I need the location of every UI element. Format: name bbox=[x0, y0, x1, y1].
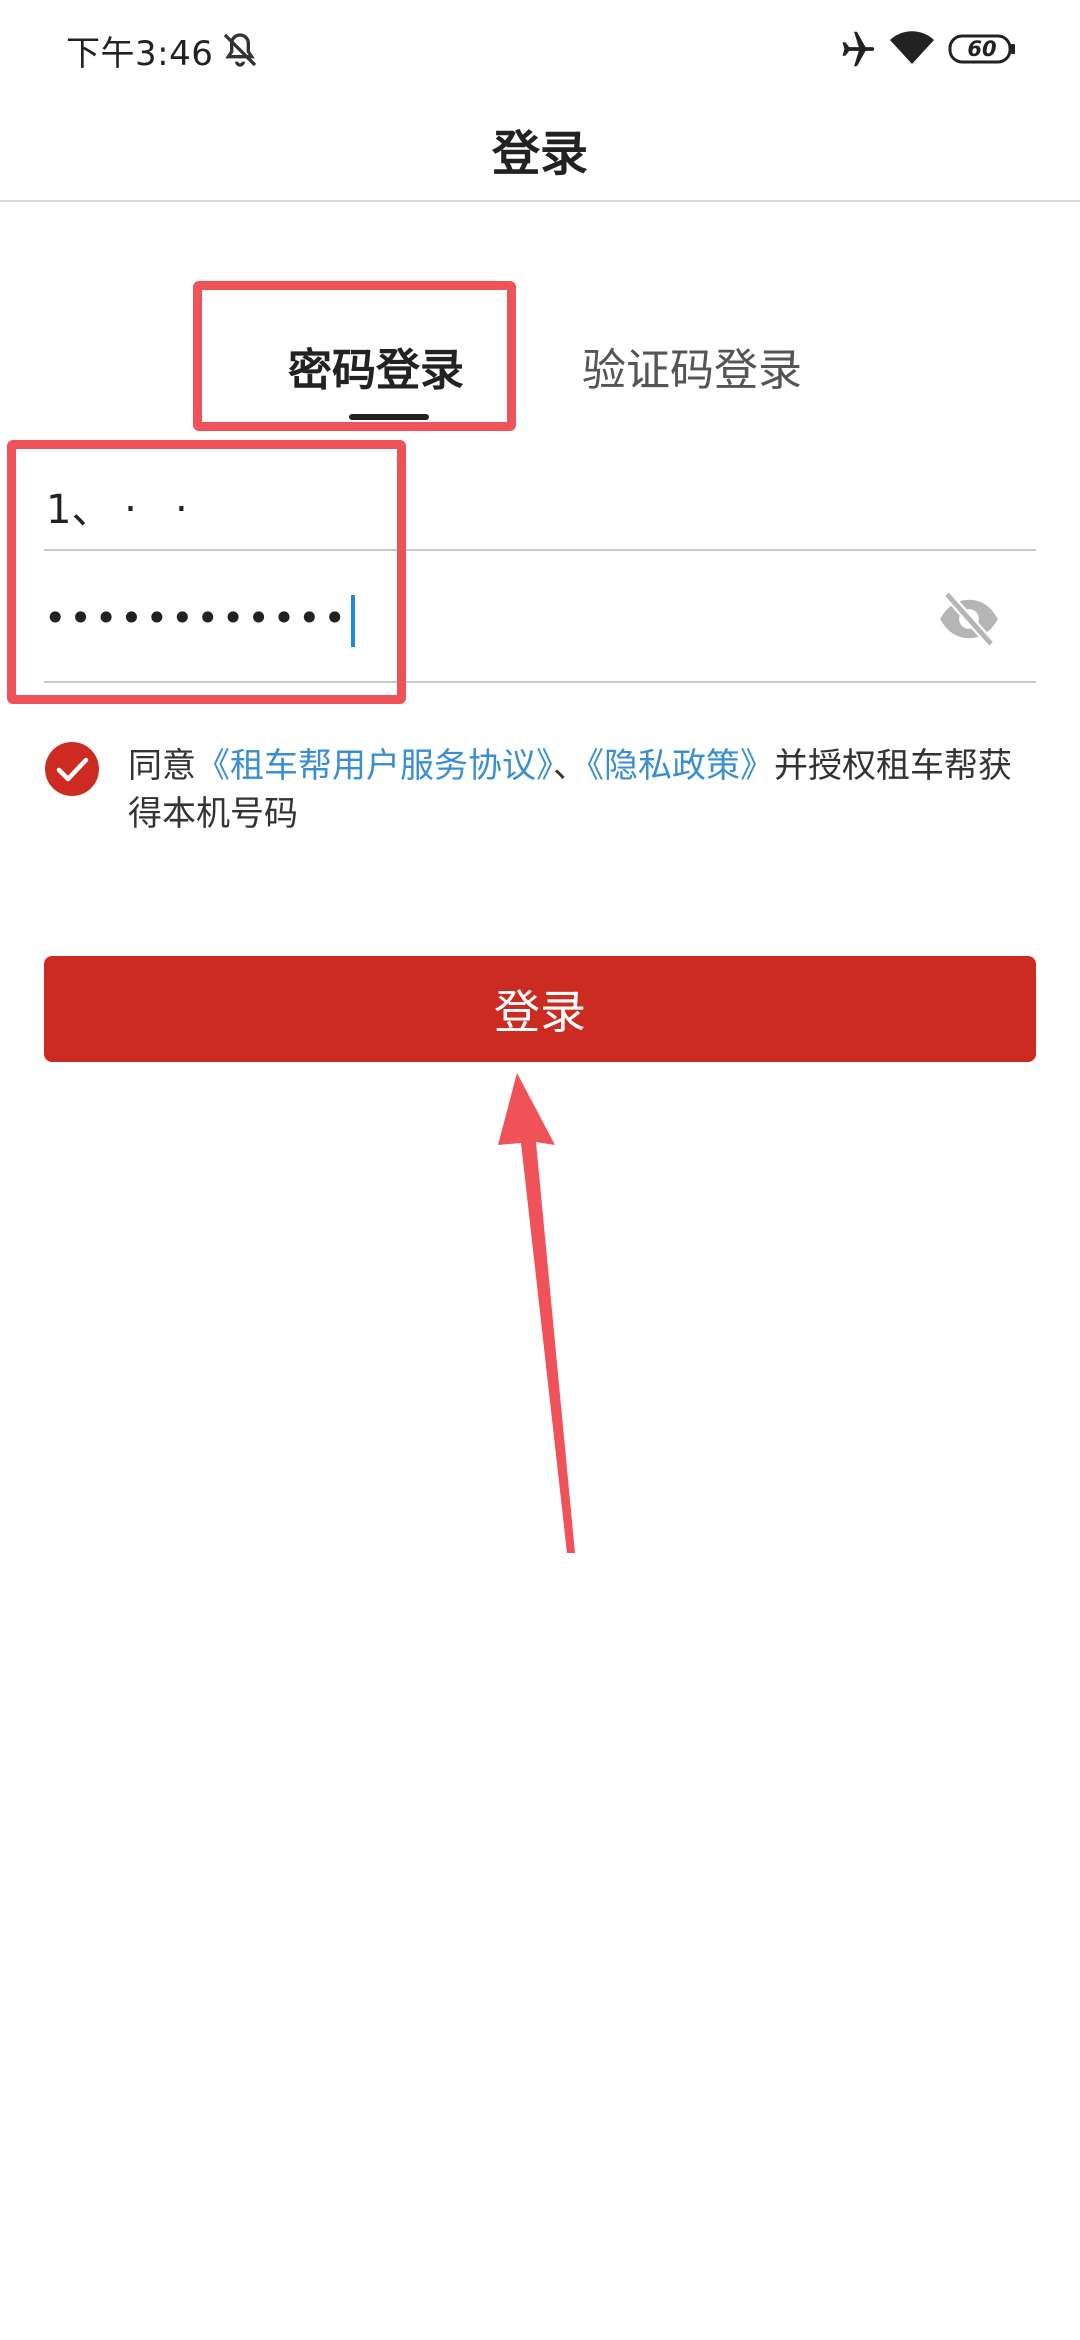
bell-muted-icon bbox=[223, 33, 257, 67]
agreement-prefix: 同意 bbox=[128, 746, 196, 786]
phone-input[interactable] bbox=[44, 460, 1038, 552]
status-bar: 下午3:46 60 bbox=[0, 0, 1080, 100]
privacy-link[interactable]: 《隐私政策》 bbox=[587, 746, 774, 786]
agreement-separator: 、 bbox=[553, 746, 587, 786]
agree-checkbox[interactable] bbox=[43, 740, 101, 798]
wifi-icon bbox=[890, 31, 934, 64]
password-mask: •••••••••••• bbox=[44, 596, 349, 640]
page-title: 登录 bbox=[491, 126, 588, 182]
status-time: 下午3:46 bbox=[66, 34, 214, 74]
tab-sms-login[interactable]: 验证码登录 bbox=[582, 334, 802, 398]
password-input[interactable]: •••••••••••• bbox=[44, 578, 904, 658]
annotation-arrow bbox=[498, 1073, 575, 1553]
battery-level: 60 bbox=[967, 37, 997, 61]
airplane-icon bbox=[842, 31, 875, 67]
phone-divider bbox=[44, 549, 1036, 551]
eye-off-icon[interactable] bbox=[936, 586, 1002, 652]
terms-link[interactable]: 《租车帮用户服务协议》 bbox=[196, 746, 553, 786]
tab-password-login[interactable]: 密码登录 bbox=[288, 334, 464, 398]
login-button[interactable]: 登录 bbox=[44, 956, 1036, 1062]
text-caret bbox=[350, 594, 355, 647]
active-tab-indicator bbox=[349, 414, 429, 420]
title-bar: 登录 bbox=[0, 100, 1080, 202]
password-divider bbox=[44, 681, 1036, 683]
agreement-text: 同意《租车帮用户服务协议》、《隐私政策》并授权租车帮获得本机号码 bbox=[128, 742, 1028, 838]
